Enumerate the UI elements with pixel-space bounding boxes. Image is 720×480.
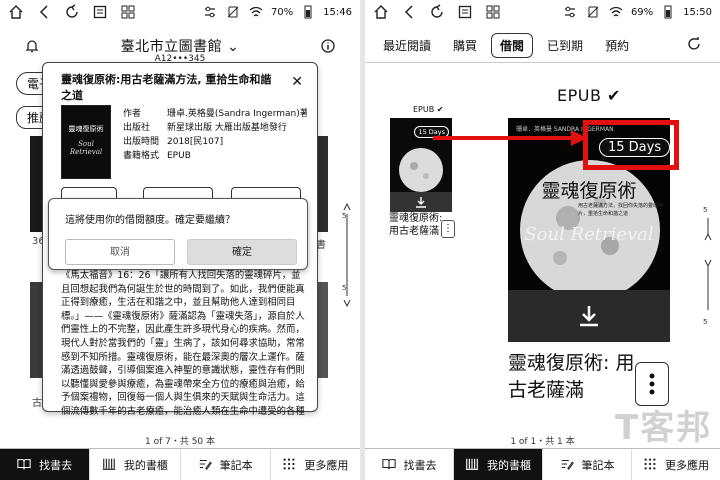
svg-text:5: 5 (703, 318, 707, 326)
info-icon[interactable] (320, 38, 336, 54)
highlight-box (583, 120, 679, 170)
book-thumbnail[interactable]: 15 Days (390, 118, 452, 212)
home-icon[interactable] (8, 4, 24, 20)
thumbnail-title: 靈魂復原術: 用古老薩滿 (389, 213, 443, 237)
book-title: 靈魂復原術: 用古老薩滿 (508, 352, 635, 401)
book-open-icon (17, 457, 33, 473)
grid-icon (643, 457, 659, 473)
vertical-slider[interactable]: 55 (340, 200, 354, 310)
tab-reserved[interactable]: 預約 (605, 37, 629, 54)
days-badge: 15 Days (414, 126, 449, 138)
tab-notebook[interactable]: 筆記本 (181, 449, 271, 480)
cover-title-en: Soul Retrieval (524, 224, 654, 245)
wifi-icon (248, 4, 264, 20)
apps-icon[interactable] (120, 4, 136, 20)
meta-row: 作者 珊卓.英格曼(Sandra Ingerman)著;... (123, 109, 307, 119)
tab-expired[interactable]: 已到期 (547, 37, 583, 54)
wifi-icon (608, 4, 624, 20)
mute-icon (225, 4, 241, 20)
svg-text:5: 5 (703, 206, 707, 214)
cancel-button[interactable]: 取消 (65, 239, 175, 265)
bottom-nav: 找書去 我的書櫃 筆記本 更多應用 (365, 448, 720, 480)
library-header: 臺北市立圖書館 ⌄ A12•••345 (0, 30, 360, 66)
tab-find-books[interactable]: 找書去 (365, 449, 454, 480)
grid-icon (282, 457, 298, 473)
divider (365, 62, 720, 63)
home-icon[interactable] (373, 4, 389, 20)
clock: 15:50 (683, 6, 712, 18)
check-badge-icon: ✔ (607, 86, 621, 105)
slider-icon (562, 4, 578, 20)
check-badge-icon: ✔ (436, 105, 444, 114)
battery-level: 70% (270, 6, 294, 18)
right-screen: 69% 15:50 最近閱讀 購買 借閱 已到期 預約 EPUB ✔ EPUB … (365, 0, 720, 480)
tab-recent[interactable]: 最近閱讀 (383, 37, 431, 54)
clock: 15:46 (323, 6, 352, 18)
library-name[interactable]: 臺北市立圖書館 ⌄ (0, 36, 360, 56)
battery-level: 69% (630, 6, 654, 18)
back-icon[interactable] (401, 4, 417, 20)
svg-text:5: 5 (342, 284, 346, 292)
slider-icon (202, 4, 218, 20)
apps-icon[interactable] (485, 4, 501, 20)
window-icon[interactable] (92, 4, 108, 20)
popup-title: 靈魂復原術:用古老薩滿方法, 重拾生命和諧之道 (61, 73, 272, 102)
svg-text:5: 5 (342, 212, 346, 220)
meta-row: 書籍格式 EPUB (123, 151, 191, 161)
cover-subtitle: 用古老薩滿方法，找回你失落的靈魂碎片，重拾生命和諧之道 (578, 203, 664, 217)
close-icon[interactable]: ✕ (291, 75, 303, 89)
book-open-icon (381, 457, 398, 473)
confirm-message: 這將使用你的借閱額度。確定要繼續？ (65, 215, 235, 226)
format-label: EPUB ✔ (413, 105, 444, 114)
confirm-dialog: 這將使用你的借閱額度。確定要繼續？ 取消 確定 (48, 198, 308, 270)
bookshelf-icon (465, 457, 481, 473)
tab-more-apps[interactable]: 更多應用 (632, 449, 720, 480)
format-heading: EPUB ✔ (557, 86, 621, 105)
tab-find-books[interactable]: 找書去 (0, 449, 91, 480)
battery-icon (300, 4, 316, 20)
vertical-slider[interactable]: 55 (701, 200, 715, 330)
tab-bookshelf[interactable]: 我的書櫃 (454, 449, 543, 480)
refresh-icon[interactable] (64, 4, 80, 20)
left-screen: 70% 15:46 臺北市立圖書館 ⌄ A12•••345 電子 推薦 36 書… (0, 0, 360, 480)
tab-purchased[interactable]: 購買 (453, 37, 477, 54)
tab-notebook[interactable]: 筆記本 (543, 449, 632, 480)
status-bar: 70% 15:46 (0, 0, 360, 24)
tab-more-apps[interactable]: 更多應用 (271, 449, 360, 480)
bookshelf-icon (102, 457, 118, 473)
more-options-icon[interactable]: ⋮ (441, 220, 455, 238)
window-icon[interactable] (457, 4, 473, 20)
mute-icon (585, 4, 601, 20)
meta-row: 出版時間 2018[民107] (123, 137, 224, 147)
note-icon (560, 457, 576, 473)
meta-row: 出版社 新星球出版 大雁出版基地發行 (123, 123, 287, 133)
tab-bookshelf[interactable]: 我的書櫃 (90, 449, 181, 480)
book-cover: 靈魂復原術 Soul Retrieval (61, 105, 111, 179)
tab-borrowed[interactable]: 借閱 (491, 32, 534, 58)
page-indicator: 1 of 1・共 1 本 (510, 437, 575, 447)
shelf-tabs: 最近閱讀 購買 借閱 已到期 預約 (365, 32, 720, 58)
status-bar: 69% 15:50 (365, 0, 720, 24)
download-icon[interactable] (508, 290, 670, 342)
note-icon (198, 457, 214, 473)
confirm-button[interactable]: 確定 (187, 239, 297, 265)
cover-title-zh: 靈魂復原術 (541, 180, 637, 202)
page-indicator: 1 of 7・共 50 本 (144, 437, 216, 447)
chevron-down-icon: ⌄ (227, 39, 240, 55)
battery-icon (660, 4, 676, 20)
download-icon[interactable] (390, 192, 452, 212)
book-description: 《馬太福音》16：26「讓所有人找回失落的靈魂碎片，並且回想起我們為何誕生於世的… (61, 270, 305, 417)
back-icon[interactable] (36, 4, 52, 20)
bottom-nav: 找書去 我的書櫃 筆記本 更多應用 (0, 448, 360, 480)
bg-label: 古 (32, 398, 42, 409)
refresh-icon[interactable] (429, 4, 445, 20)
sync-icon[interactable] (686, 36, 702, 52)
book-metadata: 作者 珊卓.英格曼(Sandra Ingerman)著;... 出版社 新星球出版 … (123, 107, 307, 163)
